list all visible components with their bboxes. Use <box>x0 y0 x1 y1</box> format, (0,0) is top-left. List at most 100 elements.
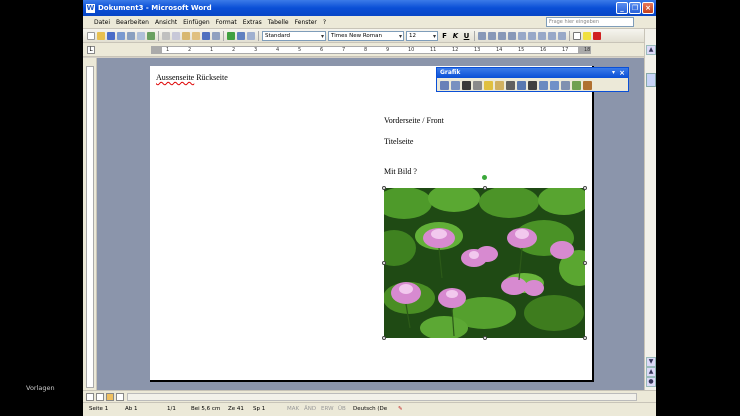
menu-einfuegen[interactable]: Einfügen <box>180 19 212 26</box>
normal-view-icon[interactable] <box>86 393 94 401</box>
reset-picture-icon[interactable] <box>583 81 592 90</box>
compress-pictures-icon[interactable] <box>539 81 548 90</box>
grafik-toolbar-titlebar[interactable]: Grafik ▾ × <box>437 68 628 78</box>
undo-icon[interactable] <box>202 31 210 40</box>
select-browse-object-icon[interactable]: ● <box>646 377 656 387</box>
status-ueb[interactable]: ÜB <box>338 406 346 412</box>
spelling-status-icon[interactable]: ✎ <box>398 406 403 412</box>
resize-handle[interactable] <box>583 261 587 265</box>
resize-handle[interactable] <box>382 336 386 340</box>
zoom-icon[interactable] <box>247 31 255 40</box>
scroll-up-arrow-icon[interactable]: ▲ <box>646 45 656 55</box>
underline-button[interactable]: U <box>462 32 471 40</box>
font-select[interactable]: Times New Roman <box>328 30 404 41</box>
resize-handle[interactable] <box>483 186 487 190</box>
vertical-ruler[interactable] <box>83 58 97 390</box>
more-contrast-icon[interactable] <box>462 81 471 90</box>
menu-bearbeiten[interactable]: Bearbeiten <box>113 19 152 26</box>
scroll-down-arrow-icon[interactable]: ▼ <box>646 357 656 367</box>
less-contrast-icon[interactable] <box>473 81 482 90</box>
close-button[interactable]: × <box>642 2 654 14</box>
resize-handle[interactable] <box>583 336 587 340</box>
word-app-icon[interactable]: W <box>86 3 95 13</box>
highlight-icon[interactable] <box>583 31 591 40</box>
rotate-handle[interactable] <box>482 175 487 180</box>
line-style-icon[interactable] <box>528 81 537 90</box>
previous-page-icon[interactable]: ▲ <box>646 367 656 377</box>
decrease-indent-icon[interactable] <box>548 31 556 40</box>
print-layout-icon[interactable] <box>106 393 114 401</box>
menu-extras[interactable]: Extras <box>240 19 265 26</box>
text-mit-bild[interactable]: Mit Bild ? <box>384 167 417 176</box>
menu-tabelle[interactable]: Tabelle <box>265 19 292 26</box>
bullets-icon[interactable] <box>538 31 546 40</box>
numbering-icon[interactable] <box>528 31 536 40</box>
text-titelseite[interactable]: Titelseite <box>384 137 413 146</box>
menu-datei[interactable]: Datei <box>86 19 113 26</box>
menu-format[interactable]: Format <box>213 19 240 26</box>
new-document-icon[interactable] <box>87 31 95 40</box>
tab-selector-icon[interactable]: L <box>87 46 95 54</box>
format-painter-icon[interactable] <box>192 31 200 40</box>
horizontal-ruler[interactable]: L 1 2 1 2 3 4 5 6 7 8 9 10 11 12 13 14 15 16 17 18 <box>83 43 656 57</box>
copy-icon[interactable] <box>172 31 180 40</box>
line-spacing-icon[interactable] <box>518 31 526 40</box>
ruler-bar[interactable]: 1 2 1 2 3 4 5 6 7 8 9 10 11 12 13 14 15 16 17 18 <box>151 46 591 54</box>
resize-handle[interactable] <box>382 186 386 190</box>
horizontal-scrollbar[interactable] <box>83 390 656 402</box>
open-folder-icon[interactable] <box>97 31 105 40</box>
color-icon[interactable] <box>451 81 460 90</box>
maximize-button[interactable]: ❐ <box>629 2 641 14</box>
style-select[interactable]: Standard <box>262 30 326 41</box>
web-layout-icon[interactable] <box>96 393 104 401</box>
resize-handle[interactable] <box>583 186 587 190</box>
menu-fenster[interactable]: Fenster <box>292 19 320 26</box>
water-lily-image[interactable] <box>384 188 585 338</box>
insert-picture-icon[interactable] <box>440 81 449 90</box>
text-line-aussenseite[interactable]: Aussenseite Rückseite <box>156 73 228 82</box>
horizontal-scroll-track[interactable] <box>127 393 637 401</box>
align-left-icon[interactable] <box>478 31 486 40</box>
status-mak[interactable]: MAK <box>287 406 299 412</box>
italic-button[interactable]: K <box>451 32 460 40</box>
align-right-icon[interactable] <box>498 31 506 40</box>
crop-icon[interactable] <box>506 81 515 90</box>
resize-handle[interactable] <box>483 336 487 340</box>
bold-button[interactable]: F <box>440 32 449 40</box>
redo-icon[interactable] <box>212 31 220 40</box>
text-wrapping-icon[interactable] <box>550 81 559 90</box>
text-vorderseite[interactable]: Vorderseite / Front <box>384 116 444 125</box>
print-preview-icon[interactable] <box>137 31 145 40</box>
grafik-close-icon[interactable]: × <box>619 68 625 78</box>
help-search-input[interactable]: Frage hier eingeben <box>546 17 634 27</box>
border-icon[interactable] <box>573 31 581 40</box>
scrollbar-thumb[interactable] <box>646 73 656 87</box>
status-erw[interactable]: ERW <box>321 406 334 412</box>
minimize-button[interactable]: _ <box>616 2 628 14</box>
paste-icon[interactable] <box>182 31 190 40</box>
menu-ansicht[interactable]: Ansicht <box>152 19 180 26</box>
desktop-folder-label[interactable]: Vorlagen <box>26 384 55 392</box>
print-icon[interactable] <box>127 31 135 40</box>
insert-table-icon[interactable] <box>237 31 245 40</box>
align-center-icon[interactable] <box>488 31 496 40</box>
title-bar[interactable]: W Dokument3 - Microsoft Word _ ❐ × <box>83 0 656 16</box>
more-brightness-icon[interactable] <box>484 81 493 90</box>
status-aend[interactable]: ÄND <box>304 406 316 412</box>
font-color-icon[interactable] <box>593 31 601 40</box>
increase-indent-icon[interactable] <box>558 31 566 40</box>
permission-icon[interactable] <box>117 31 125 40</box>
font-size-select[interactable]: 12 <box>406 30 438 41</box>
insert-hyperlink-icon[interactable] <box>227 31 235 40</box>
toolbar-options-icon[interactable]: ▾ <box>612 68 615 78</box>
cut-icon[interactable] <box>162 31 170 40</box>
less-brightness-icon[interactable] <box>495 81 504 90</box>
vertical-scrollbar[interactable]: ▲ ▼ ▲ ● <box>644 29 656 390</box>
resize-handle[interactable] <box>382 261 386 265</box>
rotate-left-icon[interactable] <box>517 81 526 90</box>
menu-help[interactable]: ? <box>320 19 329 26</box>
format-picture-icon[interactable] <box>561 81 570 90</box>
save-icon[interactable] <box>107 31 115 40</box>
spelling-icon[interactable] <box>147 31 155 40</box>
set-transparent-color-icon[interactable] <box>572 81 581 90</box>
